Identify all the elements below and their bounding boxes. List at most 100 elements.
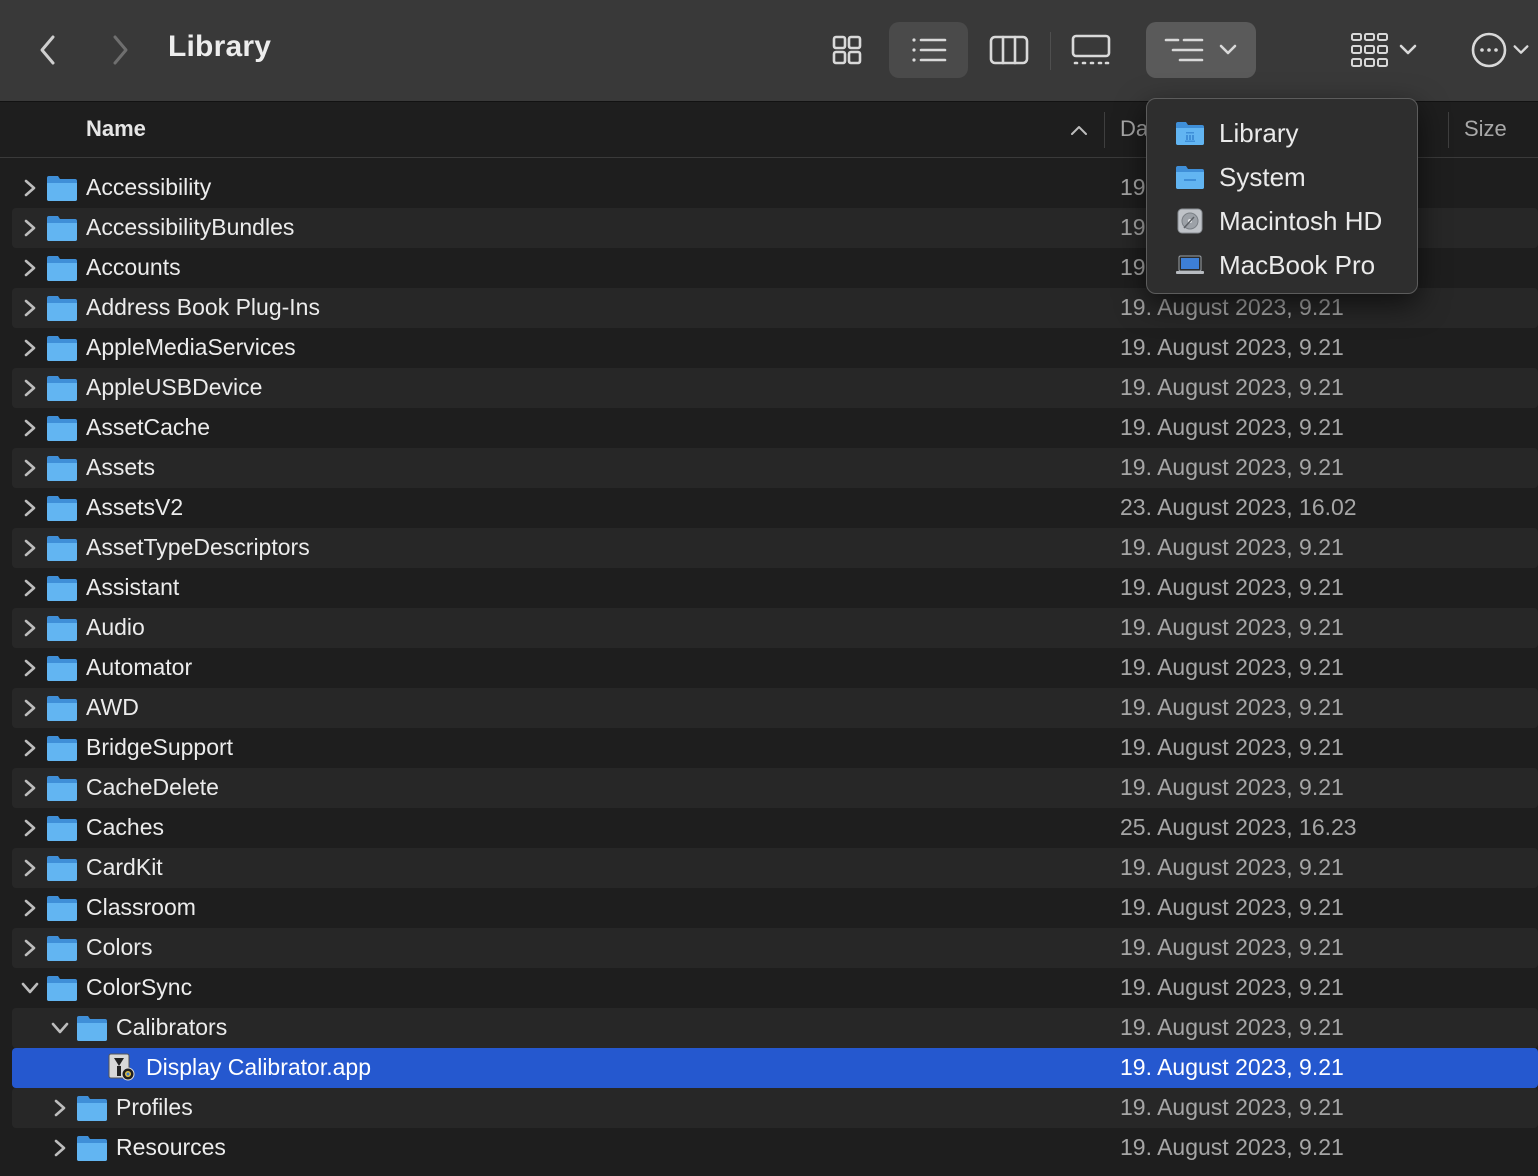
disclosure-collapsed-icon[interactable] bbox=[20, 378, 40, 398]
file-name: AWD bbox=[86, 694, 139, 720]
table-row[interactable]: AppleUSBDevice 19. August 2023, 9.21 bbox=[12, 368, 1538, 408]
file-name: CardKit bbox=[86, 854, 163, 880]
table-row[interactable]: CacheDelete 19. August 2023, 9.21 bbox=[12, 768, 1538, 808]
folder-icon bbox=[46, 934, 78, 962]
file-name: Resources bbox=[116, 1134, 226, 1160]
disclosure-expanded-icon[interactable] bbox=[20, 978, 40, 998]
window-title: Library bbox=[168, 30, 272, 63]
folder-icon bbox=[46, 654, 78, 682]
chevron-down-icon bbox=[1219, 44, 1237, 55]
more-actions-button[interactable] bbox=[1462, 22, 1538, 78]
file-name: AssetsV2 bbox=[86, 494, 184, 520]
file-name: CacheDelete bbox=[86, 774, 219, 800]
date-modified: 19 bbox=[1120, 214, 1146, 240]
date-modified: 19. August 2023, 9.21 bbox=[1120, 894, 1344, 920]
disclosure-collapsed-icon[interactable] bbox=[20, 458, 40, 478]
table-row[interactable]: AssetTypeDescriptors 19. August 2023, 9.2… bbox=[12, 528, 1538, 568]
folder-icon bbox=[46, 414, 78, 442]
disclosure-collapsed-icon[interactable] bbox=[20, 258, 40, 278]
folder-icon bbox=[46, 294, 78, 322]
table-row[interactable]: Assistant 19. August 2023, 9.21 bbox=[12, 568, 1538, 608]
table-row[interactable]: Address Book Plug-Ins 19. August 2023, 9.… bbox=[12, 288, 1538, 328]
folder-icon bbox=[76, 1134, 108, 1162]
column-divider[interactable] bbox=[1448, 112, 1449, 148]
column-divider[interactable] bbox=[1104, 112, 1105, 148]
path-menu-item-system[interactable]: System bbox=[1147, 155, 1417, 199]
disclosure-collapsed-icon[interactable] bbox=[20, 738, 40, 758]
disclosure-collapsed-icon[interactable] bbox=[50, 1138, 70, 1158]
size-column-header[interactable]: Size bbox=[1464, 116, 1507, 142]
table-row[interactable]: Audio 19. August 2023, 9.21 bbox=[12, 608, 1538, 648]
date-modified: 19. August 2023, 9.21 bbox=[1120, 1094, 1344, 1120]
table-row[interactable]: Automator 19. August 2023, 9.21 bbox=[12, 648, 1538, 688]
chevron-down-icon bbox=[1513, 45, 1529, 54]
disclosure-collapsed-icon[interactable] bbox=[20, 178, 40, 198]
ellipsis-circle-icon bbox=[1471, 32, 1507, 68]
date-modified: 23. August 2023, 16.02 bbox=[1120, 494, 1357, 520]
table-row[interactable]: Classroom 19. August 2023, 9.21 bbox=[12, 888, 1538, 928]
disclosure-collapsed-icon[interactable] bbox=[20, 658, 40, 678]
sort-ascending-icon[interactable] bbox=[1070, 124, 1088, 136]
disclosure-collapsed-icon[interactable] bbox=[20, 298, 40, 318]
table-row[interactable]: Assets 19. August 2023, 9.21 bbox=[12, 448, 1538, 488]
disclosure-collapsed-icon[interactable] bbox=[20, 578, 40, 598]
date-modified: 19. August 2023, 9.21 bbox=[1120, 694, 1344, 720]
folder-icon bbox=[46, 454, 78, 482]
forward-button[interactable] bbox=[100, 28, 140, 72]
disclosure-collapsed-icon[interactable] bbox=[20, 538, 40, 558]
table-row[interactable]: Resources 19. August 2023, 9.21 bbox=[12, 1128, 1538, 1168]
table-row[interactable]: AssetCache 19. August 2023, 9.21 bbox=[12, 408, 1538, 448]
table-row[interactable]: Profiles 19. August 2023, 9.21 bbox=[12, 1088, 1538, 1128]
toolbar-divider bbox=[1050, 32, 1051, 70]
file-list: Accessibility 19 AccessibilityBundles 19 Acc… bbox=[0, 168, 1538, 1168]
table-row-selected[interactable]: Display Calibrator.app 19. August 2023, 9… bbox=[12, 1048, 1538, 1088]
disclosure-collapsed-icon[interactable] bbox=[20, 818, 40, 838]
disclosure-collapsed-icon[interactable] bbox=[20, 858, 40, 878]
path-menu-item-macbook-pro[interactable]: MacBook Pro bbox=[1147, 243, 1417, 287]
back-button[interactable] bbox=[28, 28, 68, 72]
disclosure-collapsed-icon[interactable] bbox=[20, 778, 40, 798]
disclosure-collapsed-icon[interactable] bbox=[20, 418, 40, 438]
disclosure-collapsed-icon[interactable] bbox=[20, 498, 40, 518]
column-view-button[interactable] bbox=[980, 22, 1038, 78]
table-row[interactable]: ColorSync 19. August 2023, 9.21 bbox=[12, 968, 1538, 1008]
date-column-header[interactable]: Da bbox=[1120, 116, 1148, 142]
table-row[interactable]: BridgeSupport 19. August 2023, 9.21 bbox=[12, 728, 1538, 768]
folder-icon bbox=[46, 374, 78, 402]
folder-icon bbox=[46, 214, 78, 242]
file-name: AppleUSBDevice bbox=[86, 374, 263, 400]
date-modified: 19. August 2023, 9.21 bbox=[1120, 574, 1344, 600]
file-name: AccessibilityBundles bbox=[86, 214, 295, 240]
disclosure-collapsed-icon[interactable] bbox=[20, 938, 40, 958]
file-name: Automator bbox=[86, 654, 193, 680]
disclosure-expanded-icon[interactable] bbox=[50, 1018, 70, 1038]
date-modified: 19 bbox=[1120, 254, 1146, 280]
table-row[interactable]: CardKit 19. August 2023, 9.21 bbox=[12, 848, 1538, 888]
list-view-button[interactable] bbox=[889, 22, 968, 78]
disclosure-collapsed-icon[interactable] bbox=[20, 338, 40, 358]
file-name: Assistant bbox=[86, 574, 180, 600]
disclosure-collapsed-icon[interactable] bbox=[20, 898, 40, 918]
toolbar: Library bbox=[0, 0, 1538, 102]
table-row[interactable]: AWD 19. August 2023, 9.21 bbox=[12, 688, 1538, 728]
path-menu-item-library[interactable]: Library bbox=[1147, 111, 1417, 155]
table-row[interactable]: Colors 19. August 2023, 9.21 bbox=[12, 928, 1538, 968]
disclosure-collapsed-icon[interactable] bbox=[20, 698, 40, 718]
group-by-button[interactable] bbox=[1342, 22, 1426, 78]
disclosure-collapsed-icon[interactable] bbox=[50, 1098, 70, 1118]
table-row[interactable]: AppleMediaServices 19. August 2023, 9.21 bbox=[12, 328, 1538, 368]
path-menu-item-macintosh-hd[interactable]: Macintosh HD bbox=[1147, 199, 1417, 243]
file-name: Audio bbox=[86, 614, 145, 640]
disclosure-collapsed-icon[interactable] bbox=[20, 618, 40, 638]
icon-view-button[interactable] bbox=[818, 22, 876, 78]
path-popup-button[interactable] bbox=[1146, 22, 1256, 78]
folder-icon bbox=[46, 334, 78, 362]
date-modified: 19 bbox=[1120, 174, 1146, 200]
table-row[interactable]: Caches 25. August 2023, 16.23 bbox=[12, 808, 1538, 848]
gallery-view-button[interactable] bbox=[1060, 22, 1122, 78]
table-row[interactable]: AssetsV2 23. August 2023, 16.02 bbox=[12, 488, 1538, 528]
name-column-header[interactable]: Name bbox=[86, 116, 146, 142]
table-row[interactable]: Calibrators 19. August 2023, 9.21 bbox=[12, 1008, 1538, 1048]
folder-icon bbox=[46, 894, 78, 922]
disclosure-collapsed-icon[interactable] bbox=[20, 218, 40, 238]
